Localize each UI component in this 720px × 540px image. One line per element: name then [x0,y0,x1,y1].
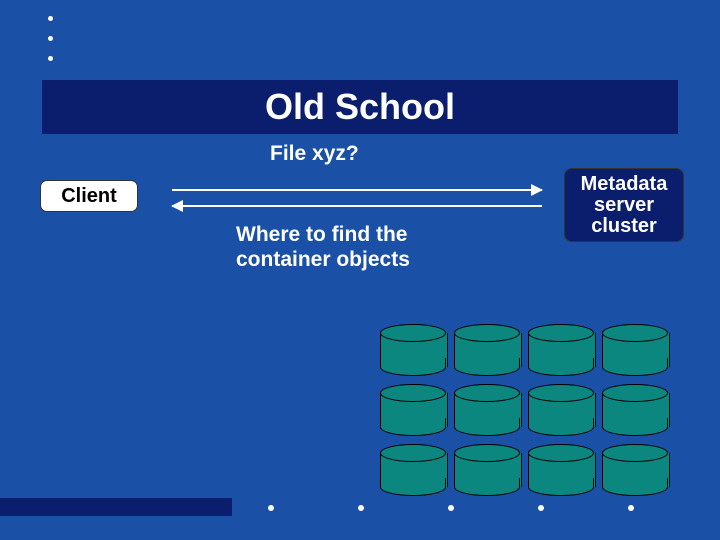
title-banner: Old School [42,80,678,134]
bullet-dot [48,16,53,21]
footer-bar [0,498,232,516]
storage-cylinder-icon [602,324,668,376]
storage-cylinder-icon [454,384,520,436]
footer-dot [268,505,274,511]
storage-cylinder-icon [454,444,520,496]
query-label: File xyz? [270,142,359,166]
footer-dot [448,505,454,511]
metadata-server-node: Metadata server cluster [564,168,684,242]
client-label: Client [61,185,117,208]
cylinder-row [380,324,680,376]
metadata-label: Metadata server cluster [565,174,683,237]
storage-cylinder-icon [528,324,594,376]
storage-cylinder-icon [602,444,668,496]
storage-cylinder-icon [380,384,446,436]
response-caption: Where to find the container objects [236,222,436,272]
storage-cylinder-icon [602,384,668,436]
bullet-dot [48,56,53,61]
bullet-dot [48,36,53,41]
footer-dot [358,505,364,511]
arrow-request [172,189,542,191]
footer-dot [628,505,634,511]
arrow-response [172,205,542,207]
storage-cylinder-icon [528,444,594,496]
cylinder-row [380,384,680,436]
cylinder-row [380,444,680,496]
footer-dot [538,505,544,511]
slide-title: Old School [265,86,455,128]
storage-cylinder-grid [380,324,680,504]
storage-cylinder-icon [380,324,446,376]
storage-cylinder-icon [380,444,446,496]
storage-cylinder-icon [454,324,520,376]
client-node: Client [40,180,138,212]
slide: Old School File xyz? Client Metadata ser… [0,0,720,540]
storage-cylinder-icon [528,384,594,436]
